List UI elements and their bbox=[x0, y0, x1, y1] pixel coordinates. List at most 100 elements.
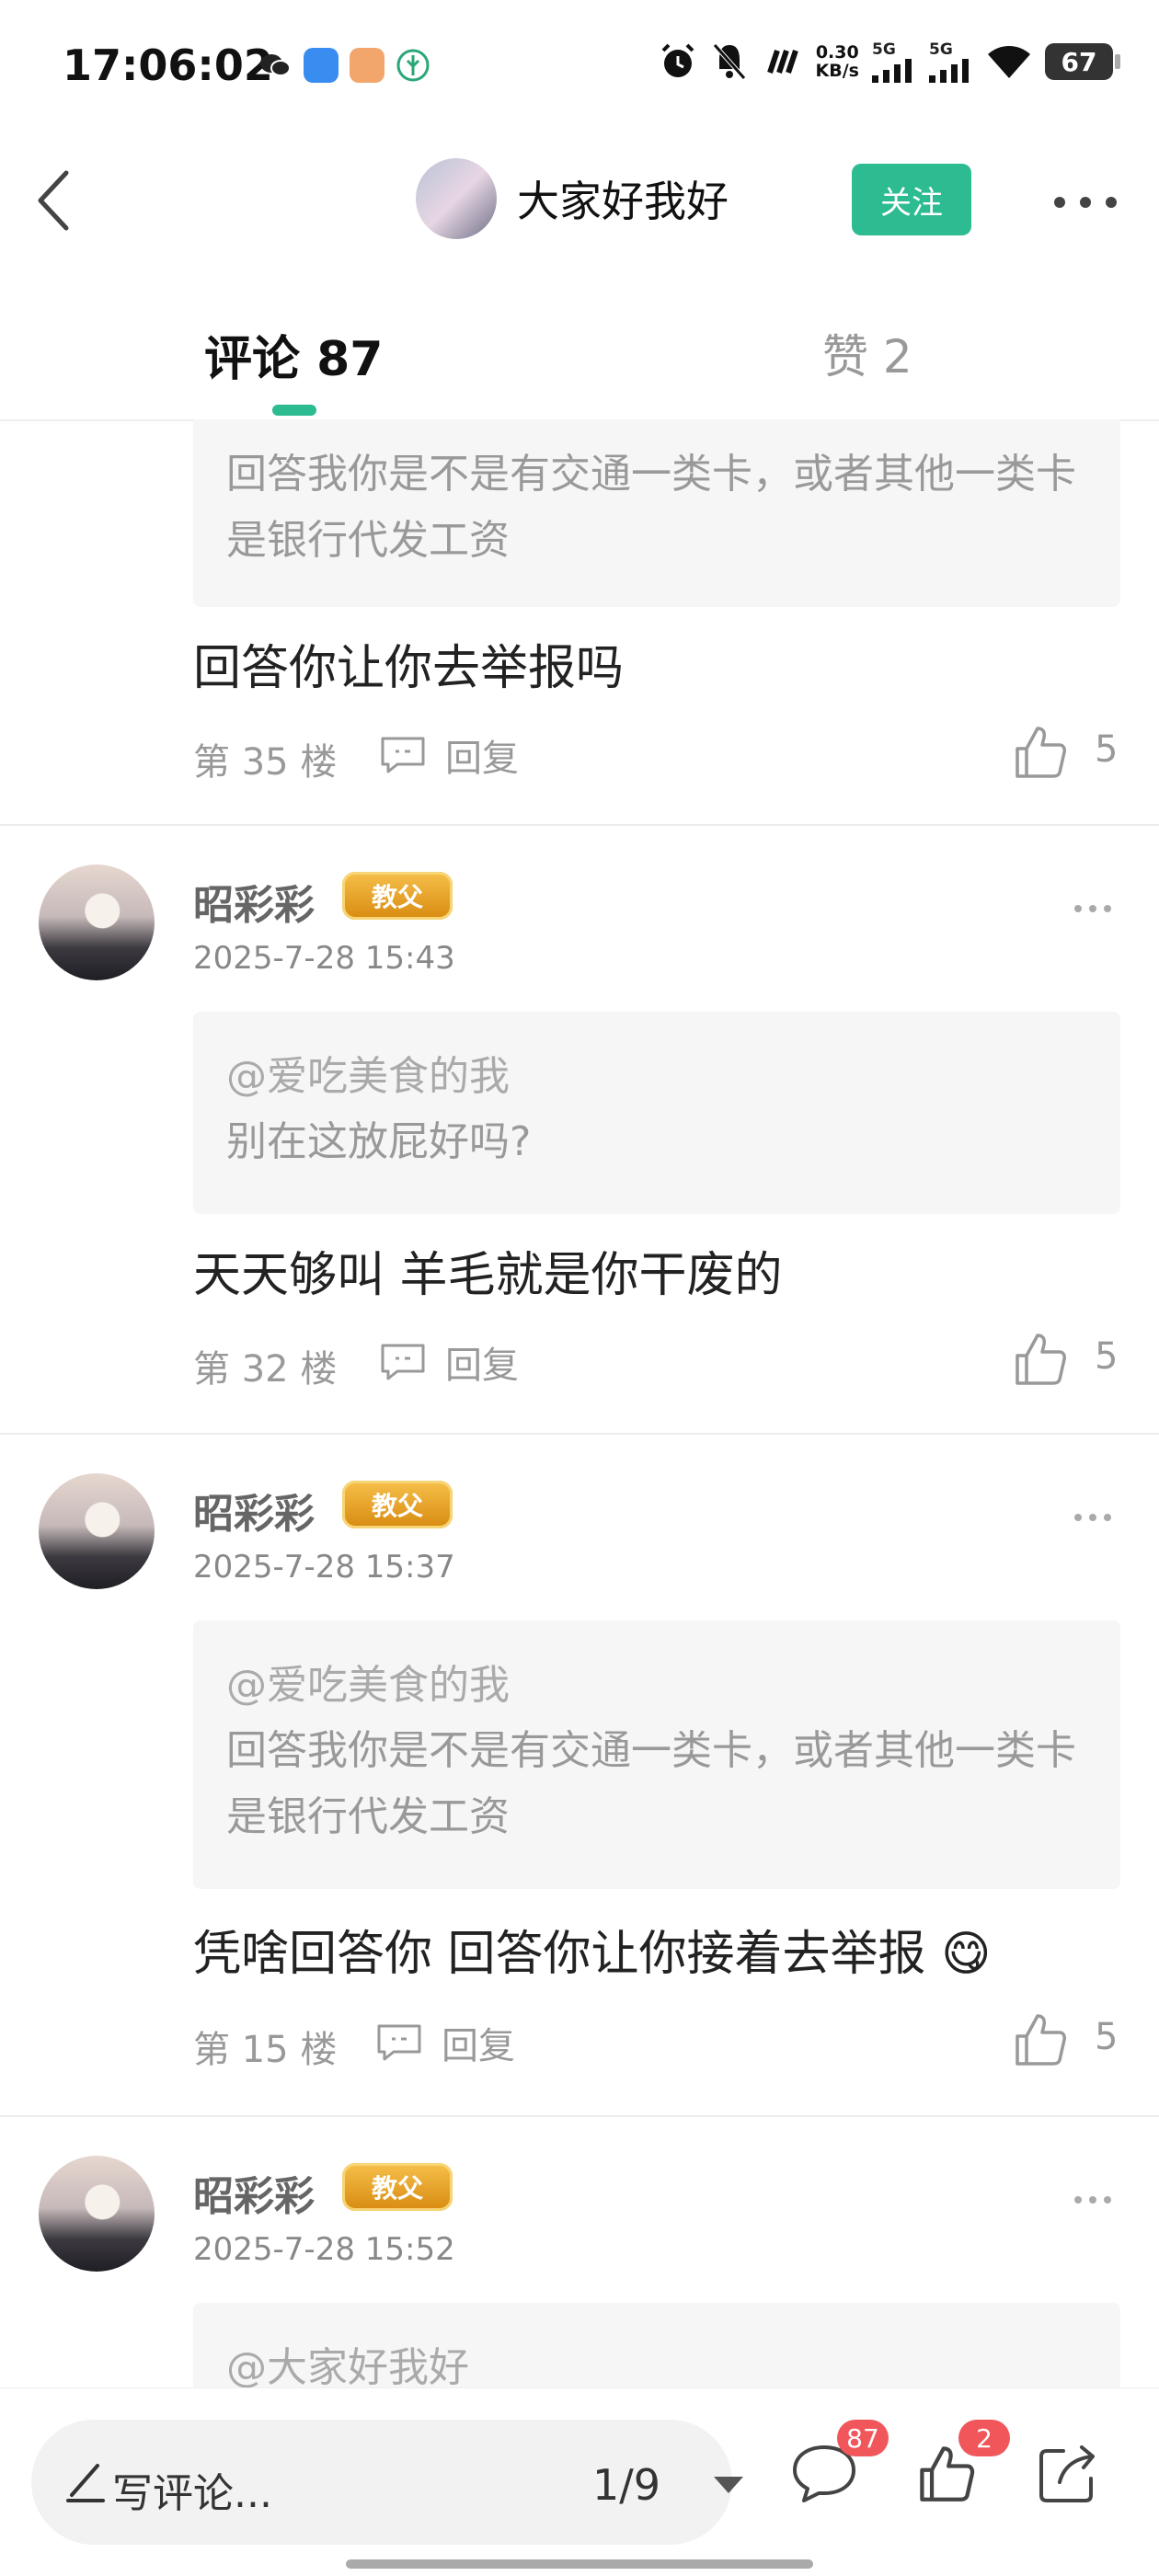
wifi-icon bbox=[988, 46, 1030, 78]
quoted-mention: @大家好我好 bbox=[226, 2344, 469, 2387]
signal-sim2: 5G bbox=[929, 40, 973, 83]
share-action[interactable] bbox=[1036, 2442, 1100, 2510]
user-avatar[interactable] bbox=[39, 1473, 155, 1589]
like-count-badge: 2 bbox=[958, 2420, 1010, 2456]
reply-icon bbox=[377, 2024, 421, 2061]
pen-icon bbox=[66, 2464, 105, 2502]
sim1-label: 5G bbox=[872, 40, 896, 59]
like-icon[interactable] bbox=[1012, 723, 1067, 780]
compose-comment-field[interactable]: 写评论... 1/9 bbox=[31, 2420, 743, 2545]
comment-body: 回答你让你去举报吗 bbox=[193, 641, 625, 696]
like-count: 5 bbox=[1095, 1335, 1119, 1378]
username[interactable]: 昭彩彩 bbox=[193, 872, 315, 931]
job-app-icon bbox=[304, 48, 339, 83]
network-speed-value: 0.30 bbox=[815, 42, 859, 63]
comment-time: 2025-7-28 15:52 bbox=[193, 2231, 455, 2268]
badge-label: 教父 bbox=[371, 882, 423, 912]
reply-button[interactable]: 回复 bbox=[373, 2016, 515, 2069]
username[interactable]: 昭彩彩 bbox=[193, 1481, 315, 1540]
wechat-icon bbox=[260, 54, 291, 76]
author-avatar[interactable] bbox=[416, 158, 497, 239]
like-icon[interactable] bbox=[1012, 2010, 1067, 2067]
follow-button[interactable]: 关注 bbox=[852, 164, 971, 235]
comment-item: 昭彩彩 教父 2025-7-28 15:37 @爱吃美食的我 回答我你是不是有交… bbox=[0, 1435, 1159, 2115]
floor-number: 第 32 楼 bbox=[193, 1348, 338, 1391]
comment-count-badge: 87 bbox=[837, 2420, 889, 2456]
network-speed: 0.30 KB/s bbox=[816, 43, 859, 80]
comment-more-icon[interactable] bbox=[1073, 1510, 1113, 1525]
comment-item: 昭彩彩 教父 2025-7-28 15:52 @大家好我好 bbox=[0, 2117, 1159, 2387]
quoted-comment[interactable]: 回答我你是不是有交通一类卡，或者其他一类卡是银行代发工资 bbox=[193, 419, 1120, 607]
comment-item: 昭彩彩 教父 2025-7-28 15:43 @爱吃美食的我 别在这放屁好吗? … bbox=[0, 826, 1159, 1433]
comment-body-text: 凭啥回答你 回答你让你接着去举报 bbox=[193, 1927, 926, 1982]
user-avatar[interactable] bbox=[39, 2156, 155, 2272]
reply-button[interactable]: 回复 bbox=[377, 1335, 519, 1389]
reply-button[interactable]: 回复 bbox=[377, 728, 519, 782]
game-app-icon bbox=[350, 48, 384, 83]
compose-placeholder: 写评论... bbox=[112, 2470, 272, 2517]
network-speed-unit: KB/s bbox=[815, 61, 859, 81]
top-bar: 大家好我好 关注 bbox=[0, 138, 1159, 262]
like-count: 5 bbox=[1095, 728, 1119, 771]
notification-icons bbox=[258, 48, 430, 83]
signal-sim1: 5G bbox=[872, 40, 916, 83]
username[interactable]: 昭彩彩 bbox=[193, 2163, 315, 2222]
page-indicator[interactable]: 1/9 bbox=[592, 2460, 660, 2510]
author-info[interactable]: 大家好我好 bbox=[416, 158, 729, 239]
like-icon[interactable] bbox=[1012, 1330, 1067, 1387]
badge-label: 教父 bbox=[371, 1491, 423, 1521]
status-bar: 17:06:02 0.30 KB/s 5G 5G 67 bbox=[0, 0, 1159, 138]
quoted-text: 回答我你是不是有交通一类卡，或者其他一类卡是银行代发工资 bbox=[226, 451, 1076, 564]
quoted-text: 别在这放屁好吗? bbox=[226, 1118, 532, 1165]
quoted-mention: @爱吃美食的我 bbox=[226, 1662, 510, 1709]
comments-action[interactable]: 87 bbox=[789, 2420, 889, 2510]
floor-number: 第 15 楼 bbox=[193, 2029, 338, 2071]
reply-label: 回复 bbox=[445, 738, 519, 780]
speed-mode-icon bbox=[766, 50, 798, 74]
more-options-icon[interactable] bbox=[1049, 184, 1122, 221]
back-arrow-icon[interactable] bbox=[28, 164, 83, 237]
wheat-app-icon bbox=[396, 49, 430, 82]
mute-icon bbox=[712, 43, 746, 80]
page-dropdown-caret-icon[interactable] bbox=[714, 2477, 743, 2493]
comment-body: 凭啥回答你 回答你让你接着去举报 😋 bbox=[193, 1915, 991, 1984]
comment-list[interactable]: 回答我你是不是有交通一类卡，或者其他一类卡是银行代发工资 回答你让你去举报吗 第… bbox=[0, 419, 1159, 2387]
author-name[interactable]: 大家好我好 bbox=[517, 168, 729, 229]
comment-time: 2025-7-28 15:43 bbox=[193, 940, 455, 977]
quoted-comment[interactable]: @爱吃美食的我 别在这放屁好吗? bbox=[193, 1012, 1120, 1214]
tab-bar: 评论 87 赞 2 bbox=[0, 276, 1159, 421]
home-indicator[interactable] bbox=[346, 2559, 813, 2569]
sim2-label: 5G bbox=[929, 40, 953, 59]
quoted-text: 回答我你是不是有交通一类卡，或者其他一类卡是银行代发工资 bbox=[226, 1727, 1076, 1840]
signal-bars-icon bbox=[872, 59, 912, 83]
like-action[interactable]: 2 bbox=[916, 2420, 1010, 2508]
tab-comments[interactable]: 评论 87 bbox=[204, 320, 383, 389]
quoted-comment[interactable]: @爱吃美食的我 回答我你是不是有交通一类卡，或者其他一类卡是银行代发工资 bbox=[193, 1620, 1120, 1889]
battery-indicator: 67 bbox=[1045, 43, 1120, 80]
user-rank-badge: 教父 bbox=[342, 872, 453, 920]
comment-item: 回答我你是不是有交通一类卡，或者其他一类卡是银行代发工资 回答你让你去举报吗 第… bbox=[0, 419, 1159, 824]
quoted-mention: @爱吃美食的我 bbox=[226, 1053, 510, 1100]
reply-icon bbox=[381, 1344, 425, 1380]
floor-number: 第 35 楼 bbox=[193, 741, 338, 784]
quoted-comment[interactable]: @大家好我好 bbox=[193, 2303, 1120, 2387]
reply-label: 回复 bbox=[445, 1345, 519, 1387]
bottom-bar: 写评论... 1/9 87 2 bbox=[0, 2387, 1159, 2576]
signal-bars-icon bbox=[929, 59, 969, 83]
user-rank-badge: 教父 bbox=[342, 1481, 453, 1528]
status-time: 17:06:02 bbox=[63, 40, 273, 90]
share-icon bbox=[1039, 2445, 1095, 2502]
alarm-icon bbox=[661, 43, 694, 77]
user-avatar[interactable] bbox=[39, 864, 155, 980]
active-tab-indicator bbox=[272, 405, 316, 416]
reply-icon bbox=[381, 737, 425, 773]
reply-label: 回复 bbox=[442, 2025, 515, 2067]
comment-more-icon[interactable] bbox=[1073, 901, 1113, 916]
emoji-yum-icon: 😋 bbox=[941, 1927, 992, 1982]
like-count: 5 bbox=[1095, 2016, 1119, 2058]
comment-body: 天天够叫 羊毛就是你干废的 bbox=[193, 1248, 783, 1303]
tab-likes[interactable]: 赞 2 bbox=[822, 320, 912, 386]
badge-label: 教父 bbox=[371, 2173, 423, 2204]
comment-more-icon[interactable] bbox=[1073, 2192, 1113, 2207]
comment-time: 2025-7-28 15:37 bbox=[193, 1549, 455, 1586]
